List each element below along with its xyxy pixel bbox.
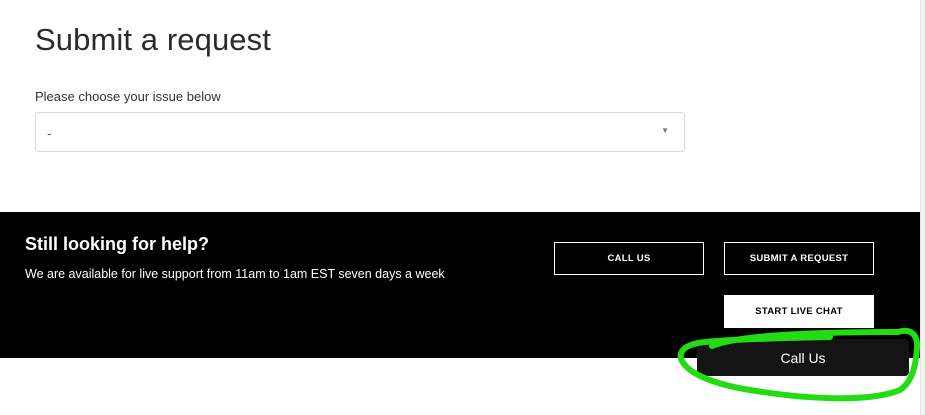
- help-title: Still looking for help?: [25, 234, 209, 254]
- page-title: Submit a request: [35, 22, 271, 57]
- help-subtitle: We are available for live support from 1…: [25, 267, 445, 281]
- start-live-chat-button[interactable]: START LIVE CHAT: [724, 295, 874, 328]
- caret-down-icon: ▼: [661, 126, 669, 135]
- submit-request-button[interactable]: SUBMIT A REQUEST: [724, 242, 874, 275]
- issue-select[interactable]: - ▼: [35, 112, 685, 152]
- scrollbar-track[interactable]: [920, 0, 925, 415]
- help-band: Still looking for help? We are available…: [0, 212, 921, 358]
- call-us-button[interactable]: CALL US: [554, 242, 704, 275]
- floating-call-us-button[interactable]: Call Us: [697, 339, 909, 376]
- issue-label: Please choose your issue below: [35, 89, 221, 104]
- issue-select-value: -: [47, 125, 52, 141]
- page: Submit a request Please choose your issu…: [0, 0, 925, 415]
